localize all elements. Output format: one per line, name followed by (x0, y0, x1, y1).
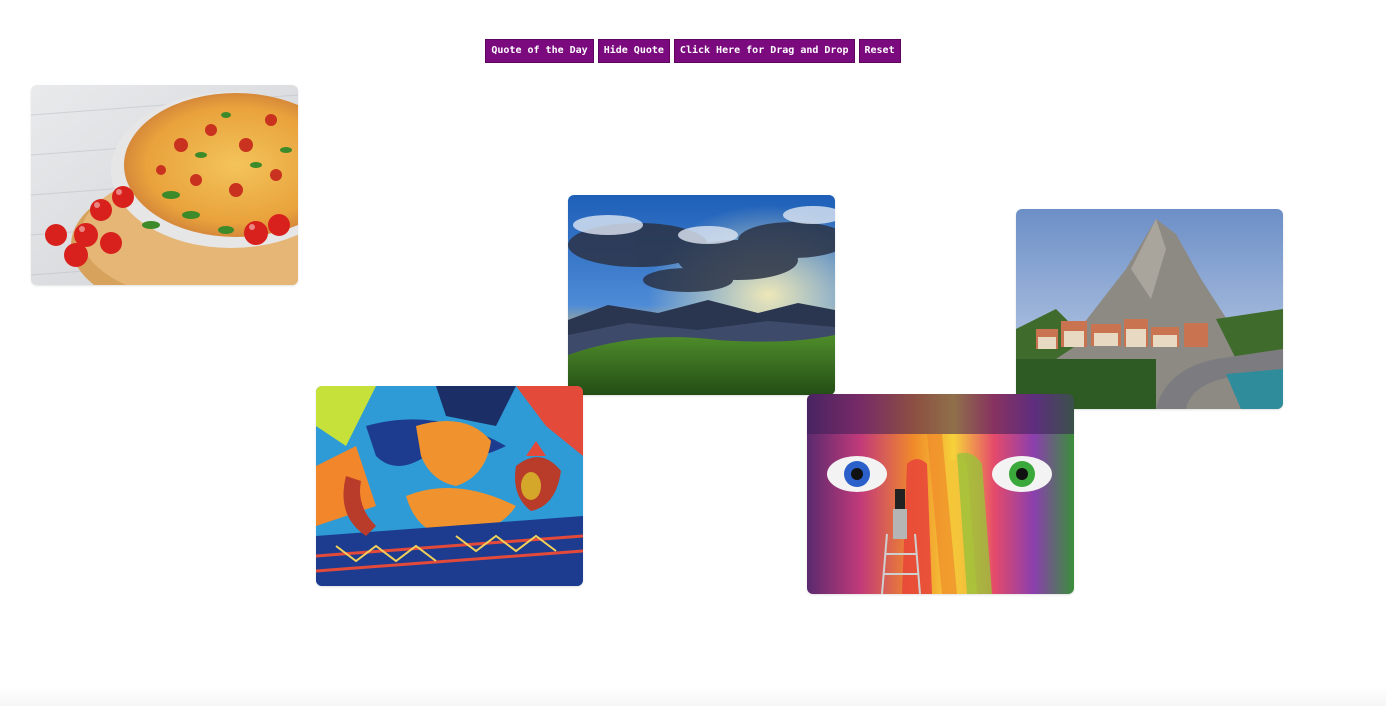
pizza-picture (31, 85, 298, 285)
toolbar: Quote of the Day Hide Quote Click Here f… (0, 39, 1386, 63)
painted-face-picture (807, 394, 1074, 594)
footer-strip (0, 686, 1386, 706)
mural-picture (316, 386, 583, 586)
drag-and-drop-button[interactable]: Click Here for Drag and Drop (673, 39, 855, 63)
mural-image[interactable] (316, 386, 583, 586)
sunset-sky-picture (568, 195, 835, 395)
mountain-village-image[interactable] (1016, 209, 1283, 409)
sunset-sky-image[interactable] (568, 195, 835, 395)
page: Quote of the Day Hide Quote Click Here f… (0, 0, 1386, 706)
reset-button[interactable]: Reset (858, 39, 901, 63)
painted-face-image[interactable] (807, 394, 1074, 594)
hide-quote-button[interactable]: Hide Quote (597, 39, 670, 63)
mountain-village-picture (1016, 209, 1283, 409)
quote-of-the-day-button[interactable]: Quote of the Day (485, 39, 594, 63)
pizza-image[interactable] (31, 85, 298, 285)
